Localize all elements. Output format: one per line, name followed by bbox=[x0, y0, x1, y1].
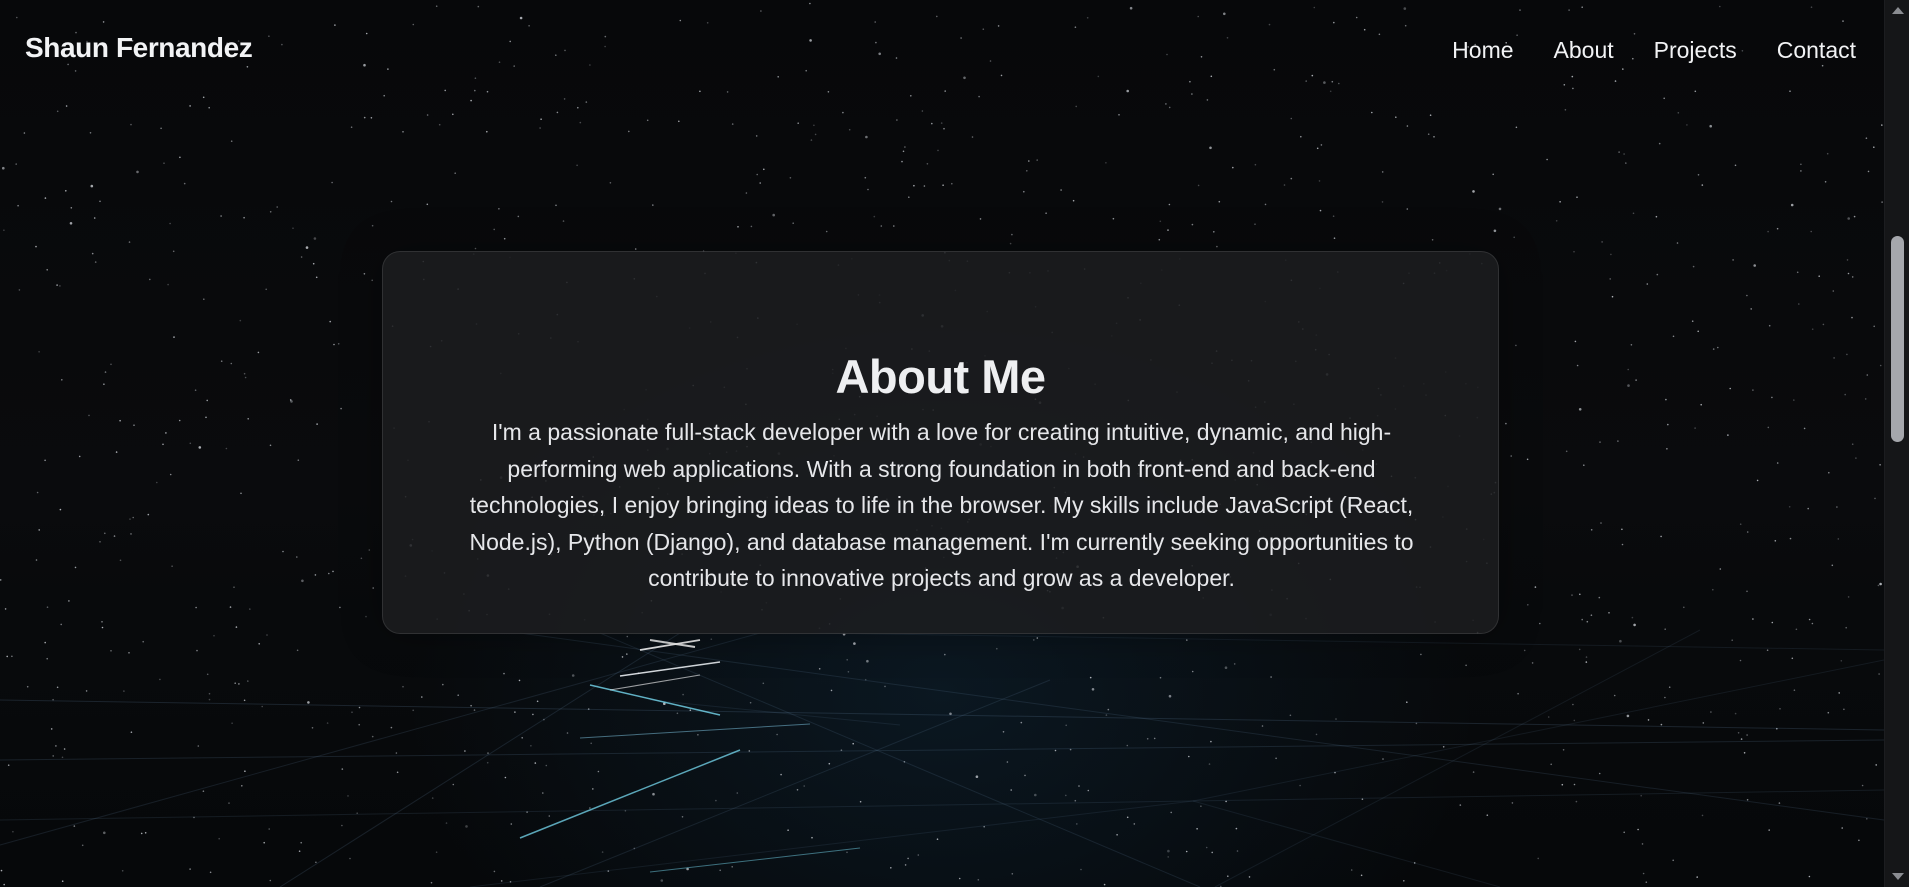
grid-layer bbox=[0, 629, 1884, 887]
nav-link-projects[interactable]: Projects bbox=[1654, 37, 1737, 64]
nav-link-contact[interactable]: Contact bbox=[1777, 37, 1856, 64]
navbar: Shaun Fernandez Home About Projects Cont… bbox=[0, 0, 1884, 102]
scroll-down-icon[interactable] bbox=[1892, 873, 1904, 880]
portfolio-page: Shaun Fernandez Home About Projects Cont… bbox=[0, 0, 1909, 887]
scroll-thumb[interactable] bbox=[1891, 236, 1904, 442]
scroll-up-icon[interactable] bbox=[1892, 7, 1904, 14]
about-card: About Me I'm a passionate full-stack dev… bbox=[382, 251, 1499, 634]
about-title: About Me bbox=[835, 350, 1046, 403]
about-description: I'm a passionate full-stack developer wi… bbox=[469, 419, 1414, 591]
nav-link-home[interactable]: Home bbox=[1452, 37, 1513, 64]
nav-link-about[interactable]: About bbox=[1554, 37, 1614, 64]
nav-links: Home About Projects Contact bbox=[1452, 37, 1856, 64]
brand-logo[interactable]: Shaun Fernandez bbox=[25, 32, 253, 64]
page-scrollbar[interactable] bbox=[1884, 0, 1909, 887]
